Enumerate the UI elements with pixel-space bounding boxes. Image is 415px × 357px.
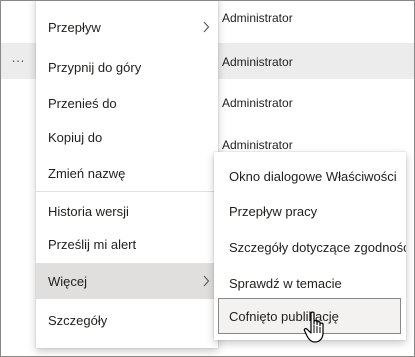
menu-item-rename[interactable]: Zmień nazwę [36, 155, 218, 191]
menu-item-label: Szczegóły [48, 312, 108, 328]
menu-item-move-to[interactable]: Przenieś do [36, 85, 218, 121]
menu-item-label: Prześlij mi alert [48, 236, 137, 252]
menu-item-version-history[interactable]: Historia wersji [36, 193, 218, 229]
submenu-item-properties[interactable]: Okno dialogowe Właściwości [214, 158, 406, 194]
chevron-right-icon [202, 9, 210, 45]
submenu-item-check-in-topic[interactable]: Sprawdź w temacie [214, 265, 406, 301]
more-options-icon[interactable]: … [11, 49, 26, 65]
submenu-item-label: Sprawdź w temacie [229, 275, 342, 291]
modified-by-cell: Administrator [222, 55, 293, 69]
menu-item-label: Więcej [48, 273, 88, 289]
menu-item-label: Przypnij do góry [48, 59, 142, 75]
hand-pointer-cursor-icon [303, 311, 324, 343]
menu-item-pin-to-top[interactable]: Przypnij do góry [36, 49, 218, 85]
submenu-item-label: Przepływ pracy [229, 203, 318, 219]
modified-by-cell: Administrator [222, 138, 293, 152]
modified-by-cell: Administrator [222, 96, 293, 110]
submenu-item-workflow[interactable]: Przepływ pracy [214, 193, 406, 229]
modified-by-cell: Administrator [222, 11, 293, 25]
submenu-item-compliance-details[interactable]: Szczegóły dotyczące zgodności [214, 229, 406, 265]
menu-item-label: Zmień nazwę [48, 165, 126, 181]
menu-divider [36, 191, 218, 192]
menu-item-copy-to[interactable]: Kopiuj do [36, 119, 218, 155]
submenu-item-label: Szczegóły dotyczące zgodności [229, 239, 406, 255]
menu-item-label: Przenieś do [48, 95, 117, 111]
menu-item-more[interactable]: Więcej [36, 263, 218, 299]
context-menu: Przepływ Przypnij do góry Przenieś do Ko… [36, 0, 218, 348]
submenu-item-label: Okno dialogowe Właściwości [229, 168, 397, 184]
menu-item-label: Historia wersji [48, 203, 129, 219]
menu-item-alert-me[interactable]: Prześlij mi alert [36, 226, 218, 262]
menu-item-label: Przepływ [48, 19, 101, 35]
chevron-right-icon [202, 263, 210, 299]
menu-item-label: Kopiuj do [48, 129, 103, 145]
menu-item-details[interactable]: Szczegóły [36, 302, 218, 338]
menu-item-flow[interactable]: Przepływ [36, 9, 218, 45]
